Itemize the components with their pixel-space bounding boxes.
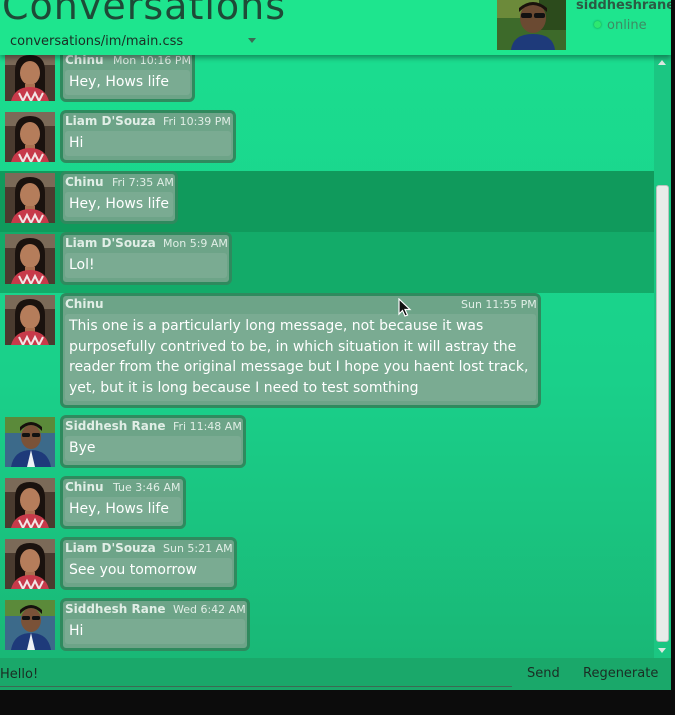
message-bubble: Liam D'Souza Sun 5:21 AM See you tomorro… xyxy=(60,537,237,590)
header: Conversations conversations/im/main.css … xyxy=(0,0,671,55)
message-time: Mon 10:16 PM xyxy=(113,55,192,67)
message-text: Hey, Hows life xyxy=(69,74,169,90)
message-time: Wed 6:42 AM xyxy=(173,603,246,616)
sender-name: Siddhesh Rane xyxy=(65,419,166,433)
scroll-down-icon[interactable] xyxy=(658,648,666,653)
user-status: online xyxy=(594,18,647,33)
chevron-down-icon xyxy=(248,38,256,43)
message-bubble: Chinu Mon 10:16 PM Hey, Hows life xyxy=(60,55,195,102)
avatar xyxy=(5,234,55,284)
message-row[interactable]: Chinu Tue 3:46 AM Hey, Hows life xyxy=(0,476,654,537)
chat-window: Conversations conversations/im/main.css … xyxy=(0,0,671,690)
sender-name: Chinu xyxy=(65,480,104,494)
app-title: Conversations xyxy=(2,0,287,28)
message-row[interactable]: Chinu Mon 10:16 PM Hey, Hows life xyxy=(0,55,654,110)
message-row[interactable]: Liam D'Souza Mon 5:9 AM Lol! xyxy=(0,232,654,293)
message-time: Sun 5:21 AM xyxy=(163,542,233,555)
composer: Send Regenerate xyxy=(0,658,671,690)
sender-name: Liam D'Souza xyxy=(65,114,156,128)
sender-name: Chinu xyxy=(65,297,104,311)
message-time: Fri 10:39 PM xyxy=(163,115,231,128)
sender-name: Chinu xyxy=(65,55,104,67)
user-status-label: online xyxy=(607,18,647,33)
message-time: Mon 5:9 AM xyxy=(163,237,228,250)
regenerate-button[interactable]: Regenerate xyxy=(583,666,658,681)
message-row[interactable]: Siddhesh Rane Wed 6:42 AM Hi xyxy=(0,598,654,657)
message-bubble: Siddhesh Rane Fri 11:48 AM Bye xyxy=(60,415,246,468)
message-bubble: Siddhesh Rane Wed 6:42 AM Hi xyxy=(60,598,250,651)
user-avatar xyxy=(497,0,566,50)
avatar xyxy=(5,112,55,162)
message-text: Hi xyxy=(69,135,84,151)
sender-name: Siddhesh Rane xyxy=(65,602,166,616)
send-button[interactable]: Send xyxy=(527,666,560,681)
message-time: Fri 11:48 AM xyxy=(173,420,242,433)
message-time: Fri 7:35 AM xyxy=(112,176,174,189)
avatar xyxy=(5,539,55,589)
message-row[interactable]: Chinu Fri 7:35 AM Hey, Hows life xyxy=(0,171,654,232)
message-text: See you tomorrow xyxy=(69,562,197,578)
message-time: Sun 11:55 PM xyxy=(461,298,537,311)
message-row[interactable]: Chinu Sun 11:55 PM This one is a particu… xyxy=(0,293,654,415)
message-list[interactable]: Chinu Mon 10:16 PM Hey, Hows life Liam D… xyxy=(0,55,654,657)
message-text: This one is a particularly long message,… xyxy=(69,318,529,396)
message-row[interactable]: Liam D'Souza Sun 5:21 AM See you tomorro… xyxy=(0,537,654,598)
message-text: Bye xyxy=(69,440,96,456)
avatar xyxy=(5,295,55,345)
message-text: Hey, Hows life xyxy=(69,196,169,212)
message-time: Tue 3:46 AM xyxy=(113,481,181,494)
scrollbar-thumb[interactable] xyxy=(656,185,669,642)
sender-name: Liam D'Souza xyxy=(65,541,156,555)
message-input[interactable] xyxy=(0,662,512,687)
message-row[interactable]: Siddhesh Rane Fri 11:48 AM Bye xyxy=(0,415,654,476)
avatar xyxy=(5,173,55,223)
scroll-up-icon[interactable] xyxy=(658,60,666,65)
online-status-icon xyxy=(594,21,601,28)
avatar xyxy=(5,417,55,467)
message-bubble: Liam D'Souza Fri 10:39 PM Hi xyxy=(60,110,236,163)
sender-name: Liam D'Souza xyxy=(65,236,156,250)
message-row[interactable]: Liam D'Souza Fri 10:39 PM Hi xyxy=(0,110,654,171)
avatar xyxy=(5,55,55,101)
message-text: Lol! xyxy=(69,257,95,273)
message-list-scrollbar[interactable] xyxy=(654,55,671,658)
avatar xyxy=(5,600,55,650)
message-bubble: Liam D'Souza Mon 5:9 AM Lol! xyxy=(60,232,232,285)
user-name: siddheshrane xyxy=(576,0,671,13)
message-bubble: Chinu Fri 7:35 AM Hey, Hows life xyxy=(60,171,178,224)
message-bubble: Chinu Sun 11:55 PM This one is a particu… xyxy=(60,293,541,408)
mouse-pointer-icon xyxy=(398,298,412,317)
stylesheet-value: conversations/im/main.css xyxy=(10,34,184,49)
message-bubble: Chinu Tue 3:46 AM Hey, Hows life xyxy=(60,476,186,529)
stylesheet-dropdown[interactable]: conversations/im/main.css xyxy=(6,32,260,52)
message-text: Hi xyxy=(69,623,84,639)
avatar xyxy=(5,478,55,528)
sender-name: Chinu xyxy=(65,175,104,189)
message-text: Hey, Hows life xyxy=(69,501,169,517)
